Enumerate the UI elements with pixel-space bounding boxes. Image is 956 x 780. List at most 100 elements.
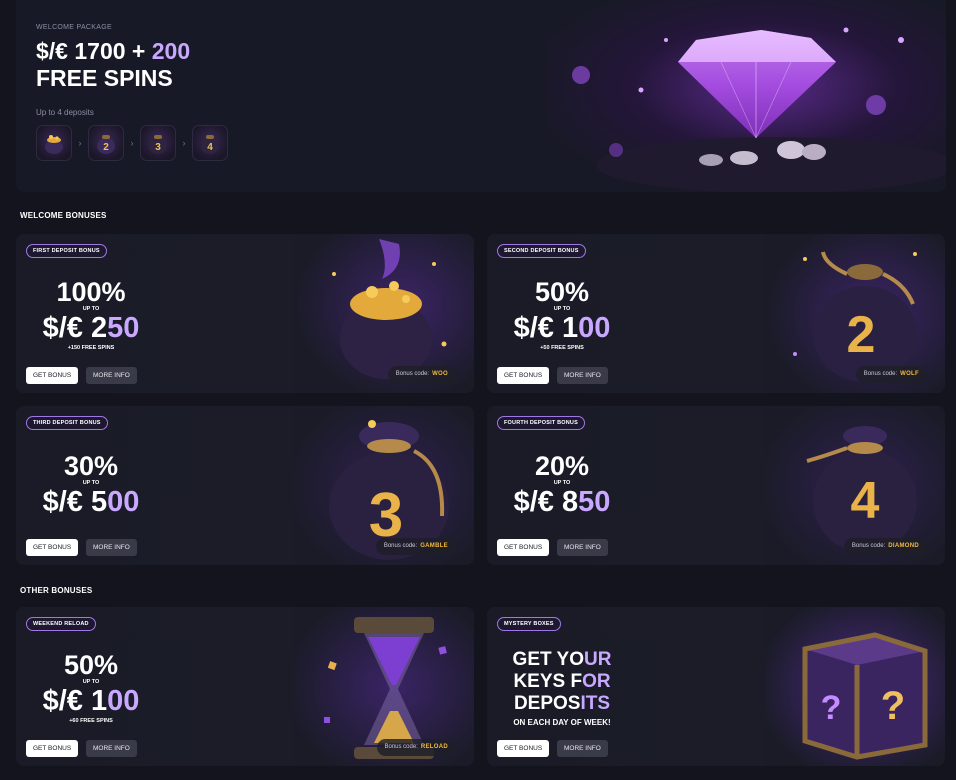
bonus-code-value: RELOAD <box>420 744 448 750</box>
offer-percentage: 50% <box>63 650 119 680</box>
deposit-steps: › 2 › 3 › 4 <box>36 125 228 161</box>
offer-amount: $/€ 500 <box>16 487 166 518</box>
offer-amount-main: $/€ 1 <box>513 312 579 344</box>
svg-text:2: 2 <box>103 142 109 153</box>
welcome-bonuses-heading: WELCOME BONUSES <box>20 211 107 220</box>
get-bonus-button[interactable]: GET BONUS <box>26 367 79 384</box>
offer-amount-main: $/€ 5 <box>42 486 108 518</box>
second-deposit-badge: SECOND DEPOSIT BONUS <box>497 244 586 258</box>
mystery-boxes-card: ? ? MYSTERY BOXES GET YOUR KEYS FOR DEPO… <box>487 607 945 766</box>
offer-amount: $/€ 100 <box>487 313 637 344</box>
bonus-code-label: Bonus code: <box>395 371 430 377</box>
offer-amount-main: $/€ 2 <box>42 312 108 344</box>
second-deposit-card: 2 SECOND DEPOSIT BONUS 50% UP TO $/€ 100… <box>487 234 945 393</box>
mystery-line1-main: GET YO <box>512 649 584 670</box>
third-deposit-offer: 30% UP TO $/€ 500 <box>16 452 166 518</box>
bonus-code-label: Bonus code: <box>384 744 418 750</box>
get-bonus-button[interactable]: GET BONUS <box>26 539 79 556</box>
offer-free-spins: +150 FREE SPINS <box>67 345 115 351</box>
deposits-note: Up to 4 deposits <box>36 108 94 117</box>
step-arrow-icon: › <box>182 138 186 148</box>
more-info-button[interactable]: MORE INFO <box>557 740 608 757</box>
offer-amount-accent: 50 <box>578 486 611 518</box>
bag-2-icon: 2 <box>88 125 124 161</box>
svg-text:4: 4 <box>851 472 880 530</box>
hero-title-spins-count: 200 <box>151 38 191 64</box>
third-deposit-card: 3 THIRD DEPOSIT BONUS 30% UP TO $/€ 500 … <box>16 406 474 565</box>
more-info-button[interactable]: MORE INFO <box>86 367 137 384</box>
third-deposit-badge: THIRD DEPOSIT BONUS <box>26 416 108 430</box>
bonus-code: Bonus code: WOLF <box>855 366 927 383</box>
offer-amount-accent: 00 <box>107 486 140 518</box>
second-deposit-offer: 50% UP TO $/€ 100 +50 FREE SPINS <box>487 278 637 352</box>
bonus-code-value: WOLF <box>900 371 919 377</box>
bonus-code: Bonus code: RELOAD <box>376 739 456 756</box>
mystery-line1-accent: UR <box>584 649 612 670</box>
svg-text:4: 4 <box>207 142 213 153</box>
offer-amount-main: $/€ 8 <box>513 486 579 518</box>
bonus-code: Bonus code: GAMBLE <box>375 538 456 555</box>
step-arrow-icon: › <box>130 138 134 148</box>
offer-amount: $/€ 850 <box>487 487 637 518</box>
mystery-line2-main: KEYS F <box>513 671 583 692</box>
bag-3-icon: 3 <box>140 125 176 161</box>
mystery-line2-accent: OR <box>582 671 611 692</box>
offer-amount-accent: 00 <box>107 685 140 717</box>
offer-amount: $/€ 250 <box>16 313 166 344</box>
fourth-deposit-card: 4 FOURTH DEPOSIT BONUS 20% UP TO $/€ 850… <box>487 406 945 565</box>
bag-4-icon: 4 <box>192 125 228 161</box>
svg-text:2: 2 <box>847 306 876 364</box>
other-bonuses-heading: OTHER BONUSES <box>20 586 93 595</box>
offer-free-spins: +60 FREE SPINS <box>69 718 113 724</box>
fourth-deposit-badge: FOURTH DEPOSIT BONUS <box>497 416 585 430</box>
weekend-reload-badge: WEEKEND RELOAD <box>26 617 96 631</box>
get-bonus-button[interactable]: GET BONUS <box>26 740 79 757</box>
bonus-code-label: Bonus code: <box>863 371 898 377</box>
offer-percentage: 30% <box>63 451 119 481</box>
welcome-package-eyebrow: WELCOME PACKAGE <box>36 24 112 31</box>
hero-title-spins-label: FREE SPINS <box>36 65 173 91</box>
first-deposit-card: FIRST DEPOSIT BONUS 100% UP TO $/€ 250 +… <box>16 234 474 393</box>
offer-percentage: 100% <box>56 277 126 307</box>
diamond-illustration <box>546 0 946 192</box>
offer-percentage: 20% <box>534 451 590 481</box>
more-info-button[interactable]: MORE INFO <box>557 539 608 556</box>
offer-amount: $/€ 100 <box>16 686 166 717</box>
mystery-boxes-badge: MYSTERY BOXES <box>497 617 561 631</box>
bonus-code-value: GAMBLE <box>420 543 448 549</box>
more-info-button[interactable]: MORE INFO <box>557 367 608 384</box>
bonus-code-value: DIAMOND <box>888 543 919 549</box>
welcome-package-banner: WELCOME PACKAGE $/€ 1700 + 200 FREE SPIN… <box>16 0 946 192</box>
first-deposit-offer: 100% UP TO $/€ 250 +150 FREE SPINS <box>16 278 166 352</box>
step-arrow-icon: › <box>78 138 82 148</box>
bonus-code-value: WOO <box>432 371 448 377</box>
mystery-line3-main: DEPOS <box>513 693 581 714</box>
bonus-code: Bonus code: DIAMOND <box>843 538 927 555</box>
hero-title-amount: $/€ 1700 + <box>36 38 152 64</box>
welcome-package-title: $/€ 1700 + 200 FREE SPINS <box>36 38 190 92</box>
offer-free-spins: +50 FREE SPINS <box>540 345 584 351</box>
bag-1-icon <box>36 125 72 161</box>
more-info-button[interactable]: MORE INFO <box>86 539 137 556</box>
weekend-reload-card: WEEKEND RELOAD 50% UP TO $/€ 100 +60 FRE… <box>16 607 474 766</box>
offer-amount-accent: 50 <box>107 312 140 344</box>
weekend-reload-offer: 50% UP TO $/€ 100 +60 FREE SPINS <box>16 651 166 725</box>
first-deposit-badge: FIRST DEPOSIT BONUS <box>26 244 107 258</box>
get-bonus-button[interactable]: GET BONUS <box>497 367 550 384</box>
svg-text:3: 3 <box>155 142 161 153</box>
mystery-boxes-headline: GET YOUR KEYS FOR DEPOSITS <box>497 649 627 715</box>
offer-percentage: 50% <box>534 277 590 307</box>
mystery-boxes-note: ON EACH DAY OF WEEK! <box>513 718 611 727</box>
bonus-code-label: Bonus code: <box>851 543 886 549</box>
get-bonus-button[interactable]: GET BONUS <box>497 539 550 556</box>
bonus-code: Bonus code: WOO <box>387 366 456 383</box>
svg-text:?: ? <box>821 689 842 727</box>
fourth-deposit-offer: 20% UP TO $/€ 850 <box>487 452 637 518</box>
mystery-box-illustration: ? ? <box>765 607 945 766</box>
mystery-line3-accent: ITS <box>580 693 611 714</box>
offer-amount-main: $/€ 1 <box>42 685 108 717</box>
bonus-code-label: Bonus code: <box>383 543 418 549</box>
more-info-button[interactable]: MORE INFO <box>86 740 137 757</box>
svg-text:?: ? <box>881 684 905 728</box>
get-bonus-button[interactable]: GET BONUS <box>497 740 550 757</box>
